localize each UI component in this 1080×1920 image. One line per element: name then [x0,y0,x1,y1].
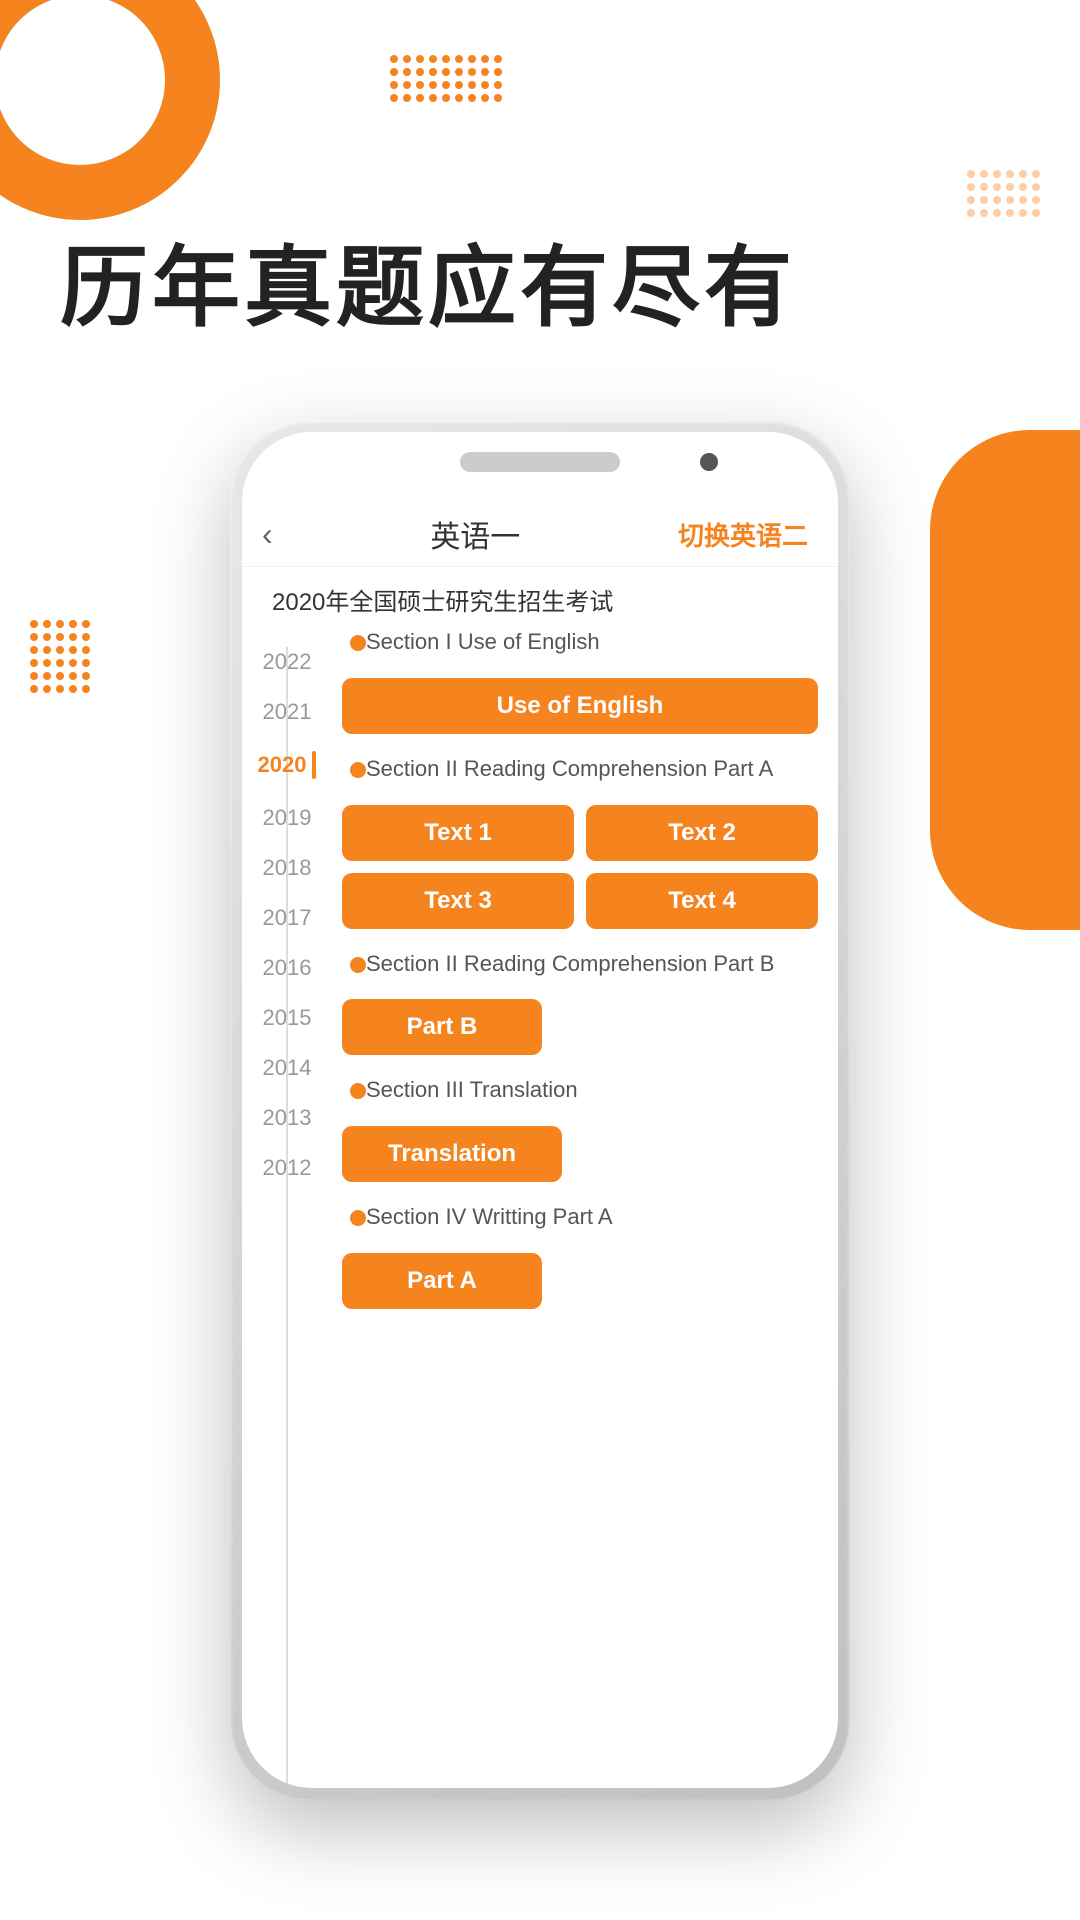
phone-camera [700,453,718,471]
section4-buttons: Translation [342,1126,818,1182]
switch-language-button[interactable]: 切换英语二 [678,516,808,553]
year-2018[interactable]: 2018 [263,857,312,879]
phone-inner: ‹ 英语一 切换英语二 2020年全国硕士研究生招生考试 2022 [242,432,838,1788]
bg-dots-top-right [967,170,1040,217]
bg-blob-right [930,430,1080,930]
year-sidebar: 2022 2021 2020 2019 2018 [242,627,332,1788]
section4-dot [350,1083,366,1099]
year-2022[interactable]: 2022 [263,651,312,673]
bg-dots-top-center [390,55,502,102]
part-a-button[interactable]: Part A [342,1253,542,1309]
translation-button[interactable]: Translation [342,1126,562,1182]
year-2021[interactable]: 2021 [263,701,312,723]
section3-label: Section II Reading Comprehension Part B [366,949,774,980]
section-reading-b: Section II Reading Comprehension Part B … [342,949,818,1056]
section5-label: Section IV Writting Part A [366,1202,613,1233]
year-2013[interactable]: 2013 [263,1107,312,1129]
section5-dot [350,1210,366,1226]
back-button[interactable]: ‹ [262,516,273,553]
page-main-title: 历年真题应有尽有 [60,240,796,337]
section3-buttons: Part B [342,999,818,1055]
section1-dot [350,635,366,651]
year-2017[interactable]: 2017 [263,907,312,929]
app-header: ‹ 英语一 切换英语二 [242,492,838,567]
section1-label: Section I Use of English [366,627,600,658]
bg-circle-top-left [0,0,220,220]
bg-dots-left-mid [30,620,90,693]
year-2016[interactable]: 2016 [263,957,312,979]
phone-mockup: ‹ 英语一 切换英语二 2020年全国硕士研究生招生考试 2022 [230,420,850,1800]
phone-notch [242,432,838,492]
text4-button[interactable]: Text 4 [586,873,818,929]
section-use-of-english: Section I Use of English Use of English [342,627,818,734]
phone-outer: ‹ 英语一 切换英语二 2020年全国硕士研究生招生考试 2022 [230,420,850,1800]
year-2012[interactable]: 2012 [263,1157,312,1179]
section2-dot [350,762,366,778]
text1-button[interactable]: Text 1 [342,805,574,861]
exam-title: 2020年全国硕士研究生招生考试 [242,567,838,627]
year-2020-active[interactable]: 2020 [258,751,317,779]
section-writing-a: Section IV Writting Part A Part A [342,1202,818,1309]
section3-dot [350,957,366,973]
year-2014[interactable]: 2014 [263,1057,312,1079]
section2-label: Section II Reading Comprehension Part A [366,754,773,785]
section5-buttons: Part A [342,1253,818,1309]
content-area: 2022 2021 2020 2019 2018 [242,627,838,1788]
app-title: 英语一 [430,512,520,556]
section-reading-a: Section II Reading Comprehension Part A … [342,754,818,929]
sections-panel: Section I Use of English Use of English … [332,627,838,1788]
section1-buttons: Use of English [342,678,818,734]
year-2015[interactable]: 2015 [263,1007,312,1029]
section2-buttons: Text 1 Text 2 Text 3 Text 4 [342,805,818,929]
text3-button[interactable]: Text 3 [342,873,574,929]
phone-content: ‹ 英语一 切换英语二 2020年全国硕士研究生招生考试 2022 [242,492,838,1788]
year-2019[interactable]: 2019 [263,807,312,829]
use-of-english-button[interactable]: Use of English [342,678,818,734]
section-translation: Section III Translation Translation [342,1075,818,1182]
part-b-button[interactable]: Part B [342,999,542,1055]
text2-button[interactable]: Text 2 [586,805,818,861]
phone-speaker [460,452,620,472]
section4-label: Section III Translation [366,1075,578,1106]
